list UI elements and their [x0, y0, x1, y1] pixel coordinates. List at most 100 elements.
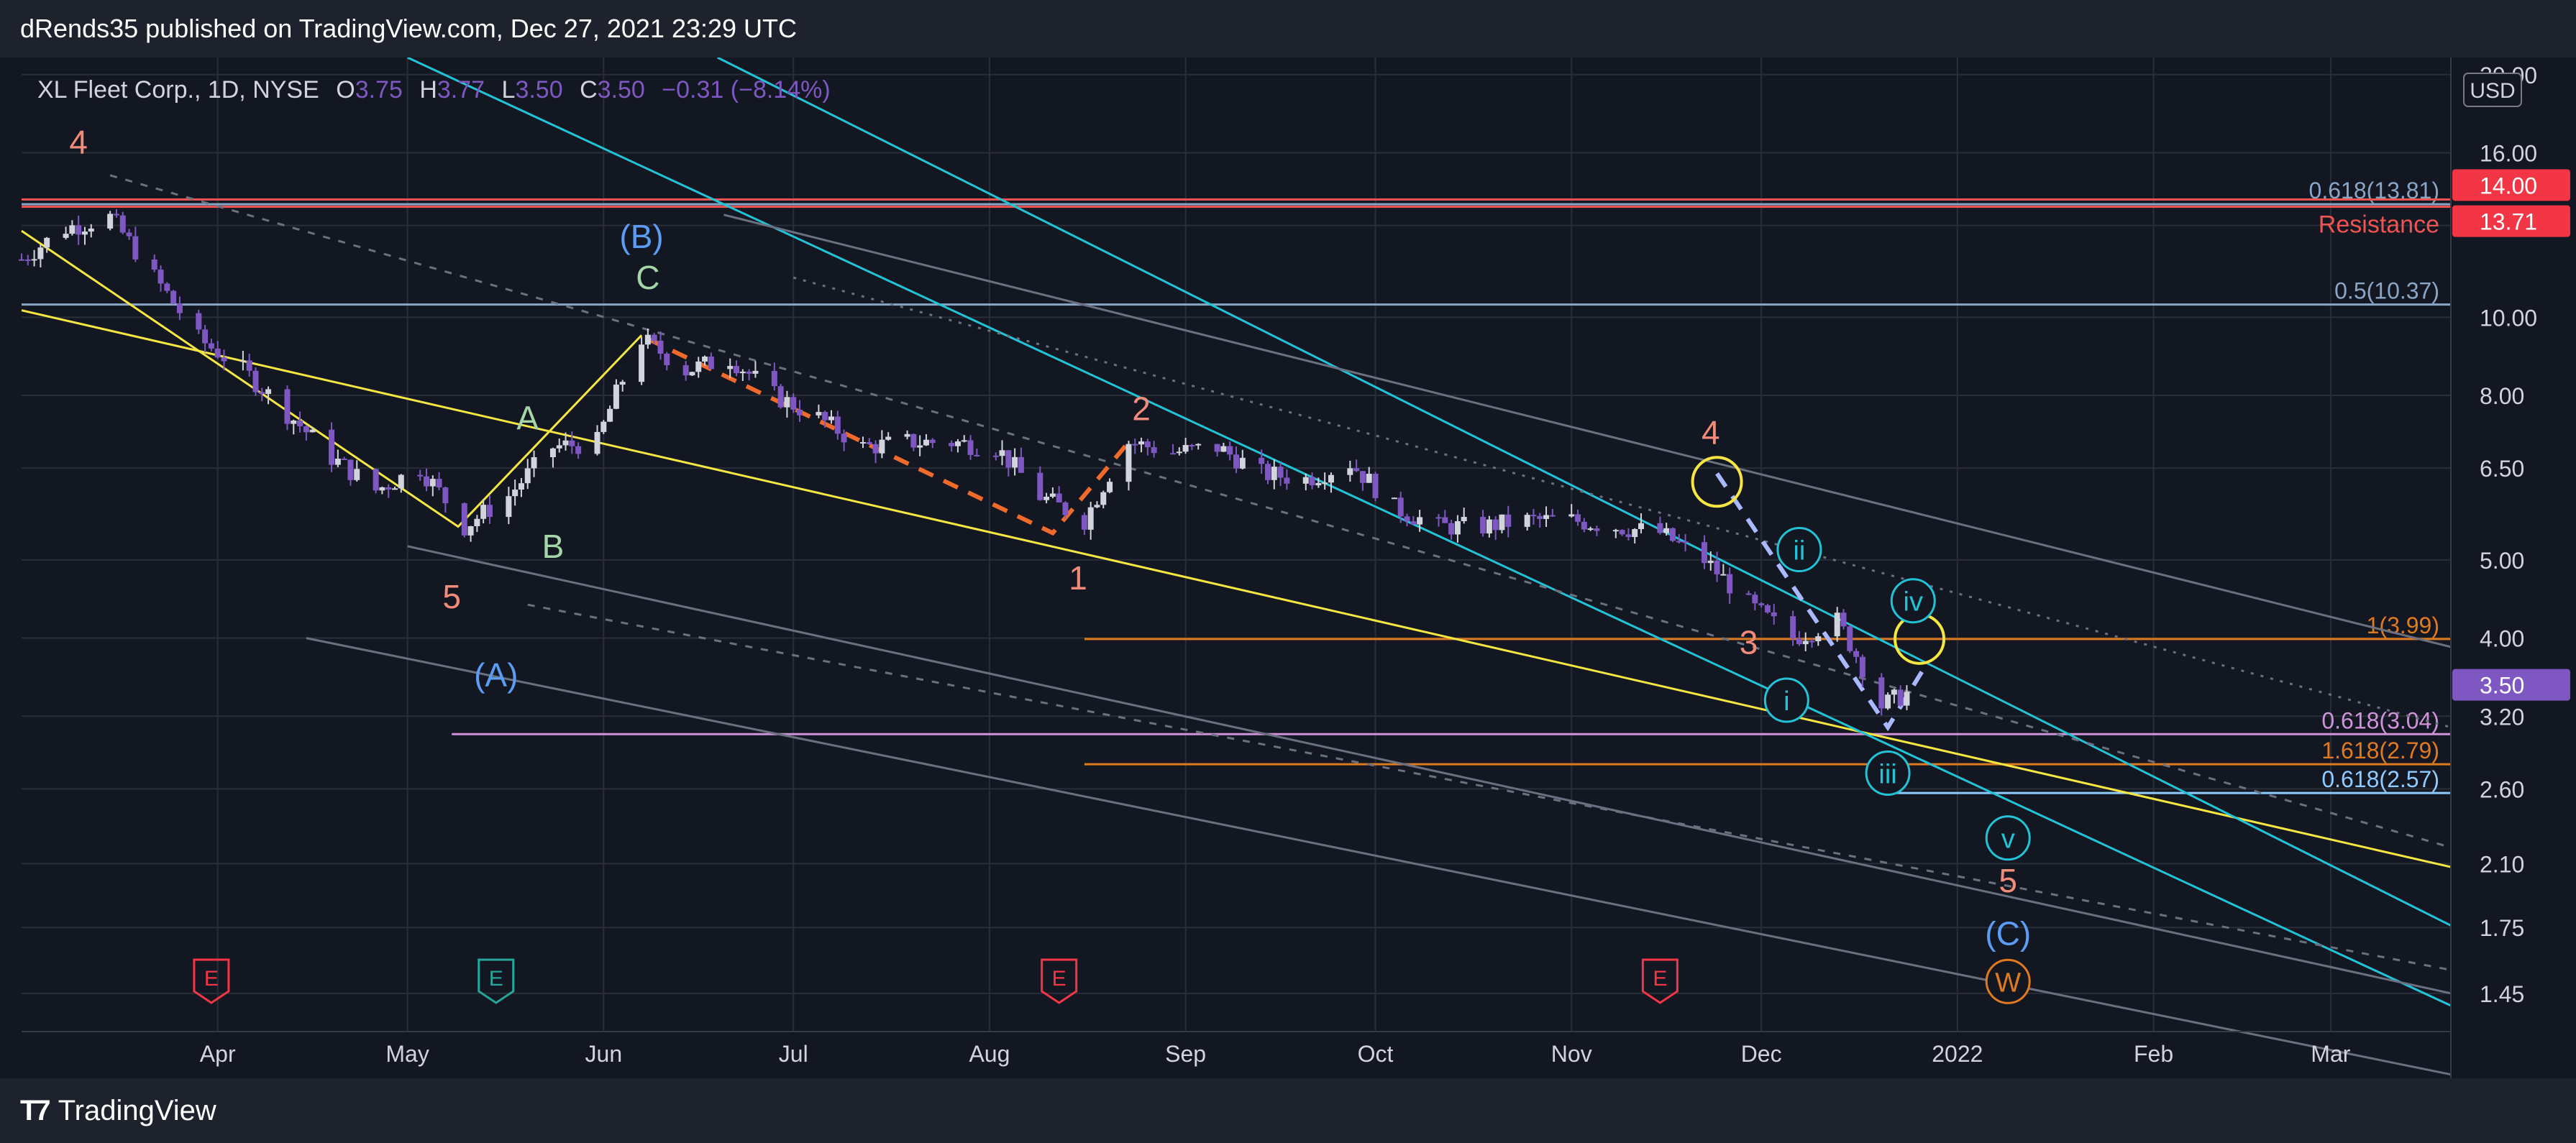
tradingview-logo[interactable]: T7 TradingView: [20, 1095, 216, 1127]
trend-line: [21, 229, 643, 528]
candle-body: [1195, 444, 1202, 446]
price-tick-label: 10.00: [2480, 305, 2537, 331]
candle-body: [1043, 496, 1050, 500]
candle-body: [259, 392, 265, 395]
candle-body: [1227, 446, 1233, 455]
candle-body: [1707, 561, 1714, 564]
candle-body: [208, 343, 214, 349]
candle-body: [1138, 441, 1145, 445]
candle-body: [1594, 528, 1600, 531]
resistance-label: Resistance: [2319, 211, 2439, 239]
wave-label: 4: [69, 123, 88, 160]
candle-body: [828, 416, 834, 421]
candle-body: [1891, 689, 1897, 695]
price-axis[interactable]: 20.0016.0013.0010.008.006.505.004.003.20…: [2450, 58, 2576, 1078]
trend-line: [716, 58, 2452, 927]
time-tick-label: Jul: [779, 1041, 808, 1067]
wave-label: 1: [1069, 559, 1087, 597]
candle-body: [334, 459, 341, 465]
wave-label: (A): [474, 656, 518, 694]
candle-body: [746, 371, 752, 374]
ohlc-close: 3.50: [598, 76, 645, 104]
candle-body: [1638, 523, 1644, 530]
time-tick-label: Dec: [1741, 1041, 1782, 1067]
candle-body: [151, 259, 157, 270]
candle-body: [1669, 528, 1676, 541]
candle-body: [613, 385, 619, 409]
candle-body: [974, 454, 980, 456]
candle-body: [1170, 453, 1177, 455]
candle-body: [252, 370, 259, 393]
candle-body: [1575, 514, 1581, 522]
time-axis[interactable]: Apr May Jun Jul Aug Sep Oct Nov Dec 2022 Feb Mar: [22, 1031, 2451, 1067]
candle-body: [790, 397, 797, 410]
candle-body: [1486, 519, 1492, 534]
candle-body: [1720, 574, 1727, 576]
candle-body: [170, 290, 177, 304]
candle-body: [1442, 517, 1448, 523]
time-tick-label: May: [385, 1041, 429, 1067]
wave-label: ii: [1793, 536, 1805, 566]
earnings-label: E: [204, 967, 219, 991]
wave-label: iii: [1878, 759, 1896, 789]
tradingview-logo-icon: T7: [20, 1094, 51, 1126]
candle-body: [1309, 477, 1315, 486]
candle-body: [44, 237, 50, 248]
candle-body: [1284, 477, 1290, 484]
candle-body: [303, 426, 309, 433]
candle-body: [1410, 521, 1417, 525]
wave-annotations: 4(B)CAB5(A)2143iiiiviiiv5(C)W: [69, 123, 2031, 1004]
candle-body: [1189, 445, 1195, 447]
candle-body: [556, 445, 562, 449]
tradingview-brand: TradingView: [58, 1094, 216, 1126]
ohlc-low: 3.50: [515, 76, 562, 104]
candle-body: [752, 370, 759, 374]
ohlc-open-label: O: [336, 76, 355, 104]
candle-body: [734, 366, 740, 374]
candle-body: [1315, 482, 1322, 486]
candle-body: [1094, 505, 1100, 508]
ohlc-high: 3.77: [437, 76, 485, 104]
candle-body: [524, 468, 531, 484]
candle-body: [1745, 593, 1752, 595]
candle-body: [329, 429, 335, 465]
candle-body: [1417, 517, 1423, 525]
candle-body: [639, 344, 645, 382]
candle-body: [214, 348, 221, 358]
candle-body: [607, 408, 613, 422]
candle-body: [1847, 626, 1853, 651]
candle-body: [1151, 447, 1157, 454]
trend-lines: [21, 58, 2452, 1076]
candle-body: [1018, 456, 1024, 473]
trend-line: [407, 545, 2452, 995]
candle-body: [417, 474, 424, 477]
candle-body: [1328, 474, 1334, 483]
candle-body: [1037, 472, 1043, 500]
wave-label: 4: [1702, 413, 1720, 451]
price-chart[interactable]: 0.618(13.81)0.5(10.37)1(3.99)0.618(3.04)…: [0, 58, 2576, 1078]
time-tick-label: Apr: [200, 1041, 236, 1067]
candle-body: [81, 231, 88, 235]
candle-body: [1404, 516, 1410, 522]
candle-body: [954, 441, 961, 446]
trend-line: [793, 276, 2452, 729]
candle-body: [157, 270, 164, 284]
ohlc-change: −0.31 (−8.14%): [662, 76, 830, 104]
candle-body: [126, 232, 132, 237]
candle-body: [1802, 641, 1809, 645]
wave-label: v: [2001, 825, 2015, 855]
candle-body: [917, 445, 923, 448]
price-tick-label: 2.10: [2480, 851, 2524, 877]
publisher-text: dRends35 published on TradingView.com, D…: [20, 14, 798, 43]
candle-body: [1461, 517, 1467, 522]
candle-body: [1435, 517, 1442, 519]
candle-body: [1714, 561, 1720, 574]
candle-body: [1568, 514, 1575, 517]
time-tick-label: Oct: [1358, 1041, 1394, 1067]
ohlc-low-label: L: [502, 76, 516, 104]
candle-body: [239, 360, 246, 362]
candle-body: [246, 360, 252, 371]
candle-body: [347, 459, 354, 480]
candle-body: [1499, 514, 1505, 531]
candle-body: [1049, 493, 1056, 497]
